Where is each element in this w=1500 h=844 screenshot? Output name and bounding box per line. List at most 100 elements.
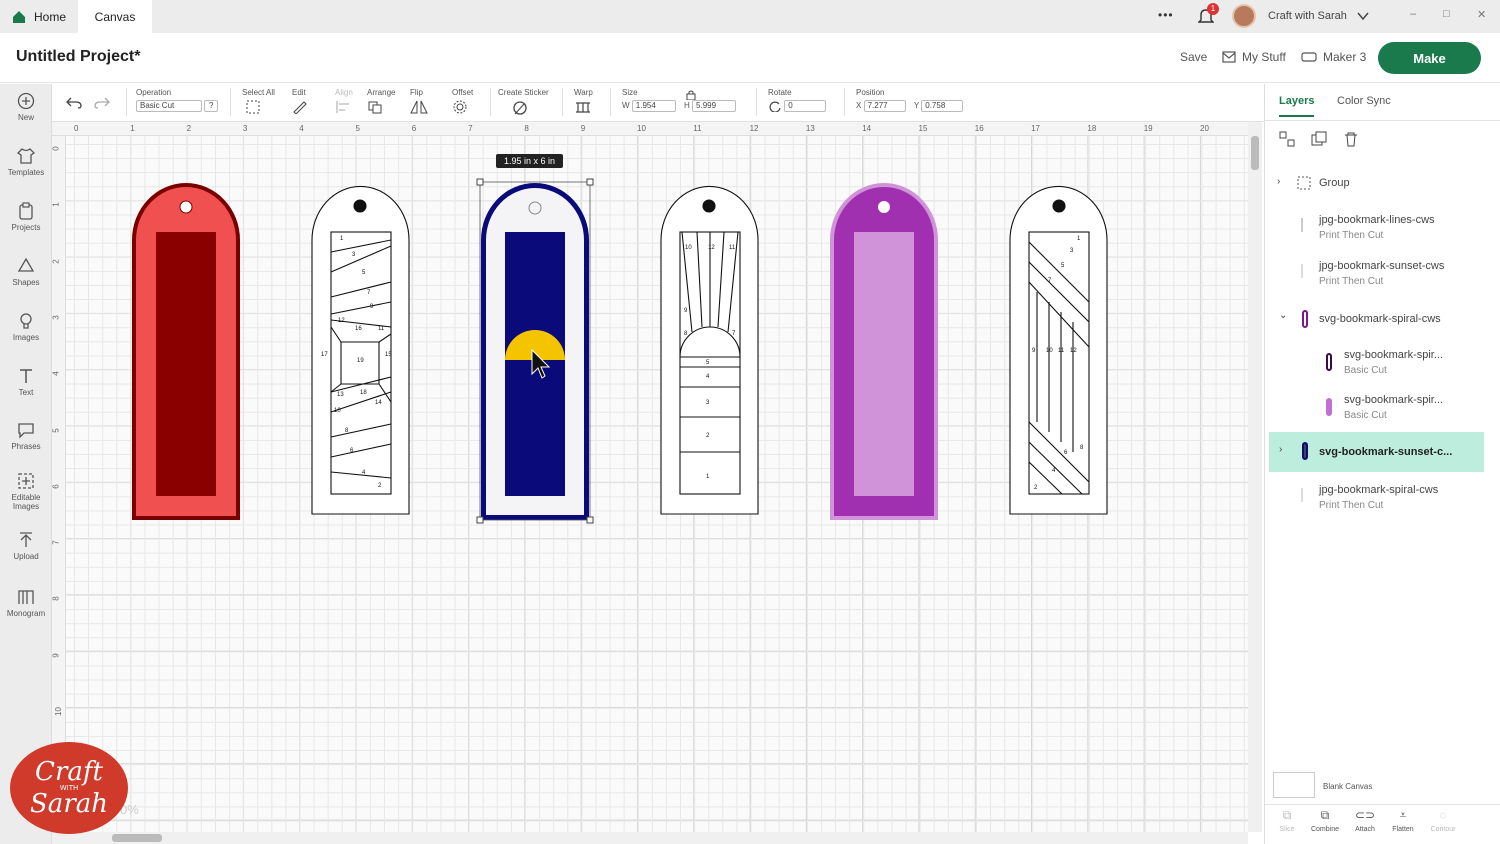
height-input[interactable]: 5.999 [692,100,737,112]
tool-monogram[interactable]: Monogram [0,588,52,618]
tab-home[interactable]: Home [0,0,78,33]
bookmark-purple[interactable] [830,183,938,520]
tool-shapes-label: Shapes [12,278,40,287]
layer-item[interactable]: jpg-bookmark-lines-cws Print Then Cut [1269,214,1484,254]
operation-select[interactable]: Basic Cut [136,100,202,112]
layer-name: svg-bookmark-spir... [1344,394,1444,406]
size-tooltip: 1.95 in x 6 in [496,154,564,168]
duplicate-icon[interactable] [1311,131,1327,147]
chevron-right-icon[interactable]: › [1277,176,1280,187]
ruler-tick-label: 1 [130,124,135,133]
scroll-thumb[interactable] [112,834,162,842]
tool-text[interactable]: Text [0,367,52,397]
layer-name: Group [1319,177,1350,189]
my-stuff-button[interactable]: My Stuff [1222,50,1286,64]
horizontal-scrollbar[interactable] [52,832,1248,844]
more-options-button[interactable]: ••• [1158,8,1174,22]
blank-canvas-swatch[interactable] [1273,772,1315,798]
arrange-group[interactable]: Arrange [367,88,395,116]
select-all-group[interactable]: Select All [242,88,275,116]
edit-label: Edit [292,88,306,97]
close-button[interactable]: ✕ [1477,8,1486,21]
flatten-button[interactable]: ⩡ Flatten [1385,808,1421,833]
ruler-tick-label: 19 [1143,124,1153,133]
ruler-tick-label: 0 [74,124,79,133]
layer-group-spiral[interactable]: ⌄ svg-bookmark-spiral-cws [1269,310,1484,342]
divider [610,88,611,116]
group-icon[interactable] [1279,131,1295,147]
user-name[interactable]: Craft with Sarah [1268,10,1347,22]
y-input[interactable]: 0.758 [921,100,964,112]
warp-group[interactable]: Warp [574,88,600,116]
canvas-artwork[interactable]: 135791216 1117191513 181014864210 12 1198 754… [52,122,1248,832]
combine-button[interactable]: ⧉ Combine [1307,808,1343,833]
minimize-button[interactable]: – [1410,8,1416,20]
tool-shapes[interactable]: Shapes [0,257,52,287]
tool-new[interactable]: New [0,92,52,122]
help-button[interactable]: ? [204,100,219,112]
vertical-scrollbar[interactable] [1248,122,1262,832]
lightbulb-icon [20,313,32,329]
maximize-button[interactable]: □ [1443,8,1450,20]
layer-group[interactable]: › Group [1269,176,1484,206]
machine-button[interactable]: Maker 3 [1301,50,1366,64]
align-group[interactable]: Align [335,88,355,116]
chevron-right-icon[interactable]: › [1279,444,1282,455]
contour-button[interactable]: ◌ Contour [1425,808,1461,833]
trash-icon[interactable] [1343,131,1359,147]
ruler-tick-label: 8 [524,124,529,133]
tool-templates[interactable]: Templates [0,147,52,177]
pattern-number: 12 [338,318,345,324]
save-button[interactable]: Save [1180,50,1207,64]
create-sticker-group[interactable]: Create Sticker [498,88,549,118]
tool-projects[interactable]: Projects [0,202,52,232]
lock-icon[interactable] [686,90,696,100]
layer-item[interactable]: jpg-bookmark-spiral-cws Print Then Cut [1269,484,1484,524]
bookmark-lines[interactable] [311,185,410,515]
x-input[interactable]: 7.277 [863,100,906,112]
bookmark-sunset-lines[interactable] [660,185,759,515]
bookmark-red[interactable] [132,183,240,520]
combine-icon: ⧉ [1320,808,1330,822]
layer-item[interactable]: svg-bookmark-spir... Basic Cut [1269,349,1484,389]
layer-item[interactable]: jpg-bookmark-sunset-cws Print Then Cut [1269,260,1484,300]
x-label: X [856,101,862,111]
scroll-thumb[interactable] [1251,136,1259,170]
flip-group[interactable]: Flip [410,88,430,116]
layer-operation: Print Then Cut [1319,276,1384,287]
redo-icon[interactable] [94,97,110,109]
tool-editable-images[interactable]: Editable Images [0,472,52,511]
tool-templates-label: Templates [7,168,45,177]
tool-phrases[interactable]: Phrases [0,421,52,451]
rotate-input[interactable]: 0 [784,100,827,112]
group-layer-icon [1297,176,1311,190]
layer-group-sunset[interactable]: › svg-bookmark-sunset-c... [1269,432,1484,472]
tab-canvas[interactable]: Canvas [78,0,152,33]
bookmark-sunset[interactable] [476,178,594,524]
warp-label: Warp [574,88,593,97]
edit-group[interactable]: Edit [292,88,312,116]
offset-group[interactable]: Offset [452,88,473,116]
tool-images[interactable]: Images [0,312,52,342]
ruler-tick-label: 12 [749,124,759,133]
undo-icon[interactable] [66,97,82,109]
project-title[interactable]: Untitled Project* [16,48,140,66]
chevron-down-icon[interactable]: ⌄ [1279,310,1287,321]
slice-button[interactable]: ⧉ Slice [1269,808,1305,833]
design-canvas[interactable]: 1 3 5 7 9 12 16 11 17 19 15 13 18 10 14 8 6 4 2 10 12 11 9 8 7 5 4… [52,122,1248,832]
rotate-label: Rotate [768,88,792,97]
attach-button[interactable]: ⊂⊃ Attach [1347,808,1383,833]
tab-color-sync[interactable]: Color Sync [1337,95,1391,107]
shirt-icon [17,148,35,164]
layer-item[interactable]: svg-bookmark-spir... Basic Cut [1269,394,1484,434]
ruler-tick-label: 0 [51,146,61,151]
tab-layers[interactable]: Layers [1279,95,1315,117]
make-button[interactable]: Make [1378,42,1481,74]
attach-label: Attach [1355,826,1375,833]
tool-upload[interactable]: Upload [0,531,52,561]
combine-label: Combine [1310,826,1339,833]
width-input[interactable]: 1.954 [631,100,676,112]
chevron-down-icon[interactable] [1357,11,1369,21]
ruler-tick-label: 13 [805,124,815,133]
avatar[interactable] [1232,4,1256,28]
